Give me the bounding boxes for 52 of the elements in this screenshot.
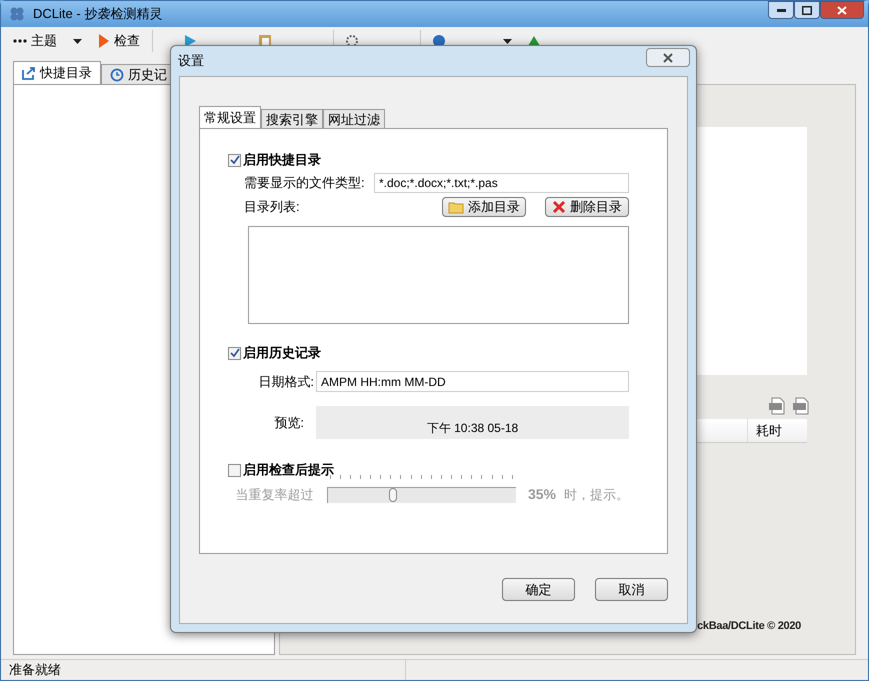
- close-icon: [837, 6, 847, 14]
- checkbox-label[interactable]: 启用检查后提示: [243, 460, 334, 480]
- txt-file-icon: [769, 397, 785, 415]
- maximize-icon: [802, 6, 812, 14]
- settings-tab[interactable]: 常规设置: [199, 106, 261, 128]
- threshold-slider[interactable]: [326, 474, 516, 502]
- add-folder-button[interactable]: 添加目录: [442, 197, 526, 217]
- share-icon: [22, 66, 36, 80]
- caret-icon: [73, 38, 82, 44]
- settings-tab[interactable]: 网址过滤: [323, 109, 385, 128]
- delete-folder-button[interactable]: 删除目录: [545, 197, 629, 217]
- folder-icon: [448, 200, 464, 214]
- preview-text: 下午 10:38 05-18: [426, 420, 518, 437]
- settings-tab[interactable]: 搜索引擎: [261, 109, 323, 128]
- checkbox[interactable]: [228, 346, 241, 360]
- checkbox-label[interactable]: 启用历史记录: [243, 343, 321, 363]
- minimize-button[interactable]: [768, 1, 794, 19]
- checkbox-label[interactable]: 启用快捷目录: [243, 150, 321, 170]
- field-label: 预览:: [273, 414, 305, 432]
- close-icon: [662, 52, 674, 62]
- copyright-text: ckBaa/DCLite © 2020: [697, 618, 802, 634]
- toolbar-button[interactable]: 主题: [9, 31, 61, 51]
- field-label: 目录列表:: [244, 198, 300, 216]
- history-icon: [110, 68, 124, 82]
- date-format-field[interactable]: AMPM HH:mm MM-DD: [316, 371, 629, 392]
- dialog-title: 设置: [178, 52, 204, 70]
- window-title: DCLite - 抄袭检测精灵: [33, 5, 162, 24]
- maximize-button[interactable]: [794, 1, 820, 19]
- directory-list[interactable]: [248, 226, 629, 324]
- field-label: 需要显示的文件类型:: [244, 174, 366, 192]
- flag-icon: [98, 33, 110, 49]
- threshold-suffix: 时，提示。: [564, 486, 629, 504]
- minimize-icon: [776, 8, 786, 12]
- toolbar-button[interactable]: 检查: [94, 31, 144, 51]
- field-label: 日期格式:: [257, 372, 315, 391]
- threshold-label: 当重复率超过: [234, 486, 314, 504]
- checkbox[interactable]: [228, 154, 241, 166]
- close-button[interactable]: [820, 1, 864, 19]
- htm-file-icon: [793, 397, 809, 415]
- checkbox[interactable]: [228, 464, 241, 476]
- gear-icon: [346, 35, 358, 47]
- slider-thumb[interactable]: [389, 488, 398, 502]
- play-icon: [185, 35, 196, 47]
- status-text: 准备就绪: [1, 660, 406, 680]
- close-button[interactable]: [646, 48, 690, 67]
- clover-icon: [9, 6, 25, 22]
- cancel-button[interactable]: 取消: [595, 578, 668, 601]
- close-icon: [552, 200, 566, 214]
- panel-tab[interactable]: 快捷目录: [13, 61, 101, 84]
- ok-button[interactable]: 确定: [502, 578, 575, 601]
- file-types-field[interactable]: *.doc;*.docx;*.txt;*.pas: [374, 173, 629, 193]
- threshold-value: 35%: [528, 485, 556, 504]
